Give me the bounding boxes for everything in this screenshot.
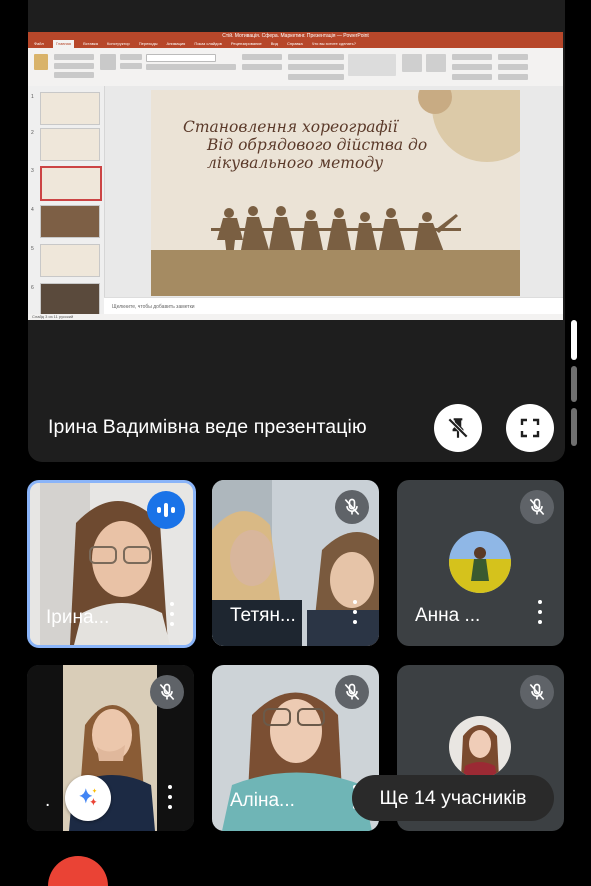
thumb-number: 1 xyxy=(31,94,34,100)
ppt-tab: Показ слайдов xyxy=(194,41,222,46)
avatar-photo xyxy=(449,716,511,778)
presenter-label: Ірина Вадимівна веде презентацію xyxy=(48,416,367,438)
more-vert-icon xyxy=(353,600,357,624)
participant-tile-speaking[interactable]: Ірина... xyxy=(27,480,196,648)
mic-off-icon xyxy=(159,683,175,701)
ppt-tab: Что вы хотите сделать? xyxy=(311,41,356,46)
mic-off-badge xyxy=(335,675,369,709)
participant-name: Аліна... xyxy=(230,790,295,811)
current-slide: Становлення хореографії Від обрядового д… xyxy=(151,90,520,296)
unpin-button[interactable] xyxy=(434,404,482,452)
more-options-button[interactable] xyxy=(353,600,357,626)
scroll-indicator-active[interactable] xyxy=(571,320,577,360)
participant-name: Тетян... xyxy=(230,605,296,626)
fullscreen-icon xyxy=(520,418,540,438)
participant-name: . xyxy=(45,790,51,811)
speaking-indicator-icon xyxy=(157,503,175,517)
scroll-indicator[interactable] xyxy=(571,366,577,402)
ppt-tab: Вид xyxy=(270,41,278,46)
ppt-ribbon xyxy=(28,48,563,87)
avatar xyxy=(449,716,511,778)
scroll-indicator[interactable] xyxy=(571,408,577,446)
more-vert-icon xyxy=(538,600,542,624)
slide-ground-band xyxy=(151,250,520,296)
avatar-photo xyxy=(449,531,511,593)
ppt-tab: Рецензирование xyxy=(230,41,262,46)
slide-thumbnail[interactable] xyxy=(40,205,100,238)
slide-thumbnail[interactable] xyxy=(40,92,100,125)
more-vert-icon xyxy=(170,602,174,626)
gemini-sparkle-icon xyxy=(79,788,97,806)
more-options-button[interactable] xyxy=(538,600,542,626)
participant-tile[interactable]: . xyxy=(27,665,194,831)
slide-thumbnails-pane: 1 2 3 4 5 6 xyxy=(28,86,105,316)
slide-thumbnail[interactable] xyxy=(40,128,100,161)
leave-call-button[interactable] xyxy=(48,856,108,886)
ppt-tab: Переходы xyxy=(138,41,158,46)
gemini-button[interactable] xyxy=(65,775,111,821)
thumb-number: 6 xyxy=(31,285,34,291)
unpin-icon xyxy=(447,417,469,439)
avatar xyxy=(449,531,511,593)
more-vert-icon xyxy=(168,785,172,809)
more-participants-button[interactable]: Ще 14 учасників xyxy=(352,775,554,821)
ppt-status-bar: Слайд 3 из 11 русский xyxy=(28,314,563,320)
participant-name: Анна ... xyxy=(415,605,481,626)
thumb-number: 4 xyxy=(31,207,34,213)
mic-off-icon xyxy=(529,683,545,701)
more-options-button[interactable] xyxy=(170,602,174,628)
mic-off-badge xyxy=(520,675,554,709)
thumb-number: 2 xyxy=(31,130,34,136)
ppt-window-title: Стій. Мотивація. Сфера. Маркетинг. Презе… xyxy=(28,32,563,40)
slide-thumbnail-selected[interactable] xyxy=(40,166,102,201)
slide-thumbnail[interactable] xyxy=(40,283,100,316)
presentation-stage[interactable]: Стій. Мотивація. Сфера. Маркетинг. Презе… xyxy=(28,0,565,462)
ppt-tab: Справка xyxy=(287,41,303,46)
more-options-button[interactable] xyxy=(168,785,172,811)
participant-tile[interactable]: Анна ... xyxy=(397,480,564,646)
mic-off-badge xyxy=(335,490,369,524)
thumb-number: 3 xyxy=(31,168,34,174)
fullscreen-button[interactable] xyxy=(506,404,554,452)
participant-tile[interactable]: Тетян... xyxy=(212,480,379,646)
thumb-number: 5 xyxy=(31,246,34,252)
ppt-tab: Главная xyxy=(52,40,75,48)
powerpoint-window: Стій. Мотивація. Сфера. Маркетинг. Презе… xyxy=(28,32,563,320)
ppt-tab: Анимация xyxy=(166,41,186,46)
slide-thumbnail[interactable] xyxy=(40,244,100,277)
ppt-ribbon-tabs: Файл Главная Вставка Конструктор Переход… xyxy=(28,40,563,48)
ppt-tab: Файл xyxy=(34,41,44,46)
mic-off-badge xyxy=(520,490,554,524)
ppt-tab: Вставка xyxy=(83,41,98,46)
mic-off-icon xyxy=(344,683,360,701)
mic-off-badge xyxy=(150,675,184,709)
mic-off-icon xyxy=(529,498,545,516)
participant-name: Ірина... xyxy=(46,607,110,628)
ppt-tab: Конструктор xyxy=(106,41,130,46)
mic-off-icon xyxy=(344,498,360,516)
ppt-editor-area: 1 2 3 4 5 6 Становлення хореографії Від … xyxy=(28,86,563,316)
speaking-indicator xyxy=(147,491,185,529)
